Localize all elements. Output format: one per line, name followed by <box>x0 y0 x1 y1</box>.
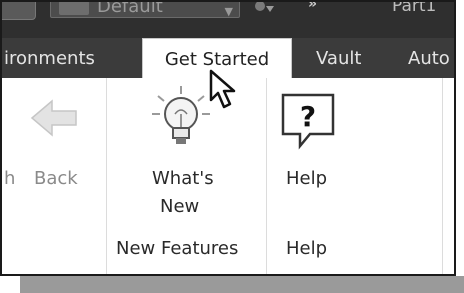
frame-shadow <box>20 276 464 293</box>
title-bar: Default ▼ » Part1 <box>2 2 454 38</box>
ribbon-separator <box>442 78 443 274</box>
app-menu-button[interactable] <box>2 2 36 20</box>
ribbon-separator <box>106 78 107 274</box>
overflow-arrows-icon[interactable]: » <box>308 2 317 12</box>
tab-label: Vault <box>316 48 362 69</box>
whats-new-label-line1: What's <box>152 168 214 189</box>
lightbulb-icon <box>150 84 212 154</box>
view-icon <box>59 2 89 15</box>
tab-label: ironments <box>4 48 95 69</box>
whats-new-label-line2: New <box>160 196 200 217</box>
tab-label: Auto <box>408 48 450 69</box>
svg-text:?: ? <box>300 100 316 133</box>
prev-button-partial-label: h <box>4 168 16 189</box>
application-window: Default ▼ » Part1 ironments Get Started … <box>0 0 456 276</box>
panel-title-new-features: New Features <box>116 238 239 259</box>
tab-environments[interactable]: ironments <box>4 38 95 78</box>
help-button-label: Help <box>286 168 328 189</box>
chevron-down-icon: ▼ <box>224 5 233 18</box>
mouse-cursor-icon <box>208 68 242 116</box>
panel-title-help: Help <box>286 238 328 259</box>
help-question-icon: ? <box>280 92 336 156</box>
help-button[interactable]: ? Help <box>274 88 354 238</box>
back-button-label: Back <box>34 168 78 189</box>
back-button[interactable]: Back <box>22 88 100 208</box>
filter-icon[interactable] <box>252 2 276 18</box>
view-dropdown-label: Default <box>97 0 163 17</box>
ribbon-separator <box>266 78 267 274</box>
document-title: Part1 <box>392 0 437 16</box>
tab-label: Get Started <box>164 49 270 70</box>
back-arrow-icon <box>30 98 80 142</box>
tab-vault[interactable]: Vault <box>316 38 361 78</box>
view-dropdown[interactable]: Default ▼ <box>50 0 240 18</box>
tab-autodesk[interactable]: Auto <box>408 38 450 78</box>
